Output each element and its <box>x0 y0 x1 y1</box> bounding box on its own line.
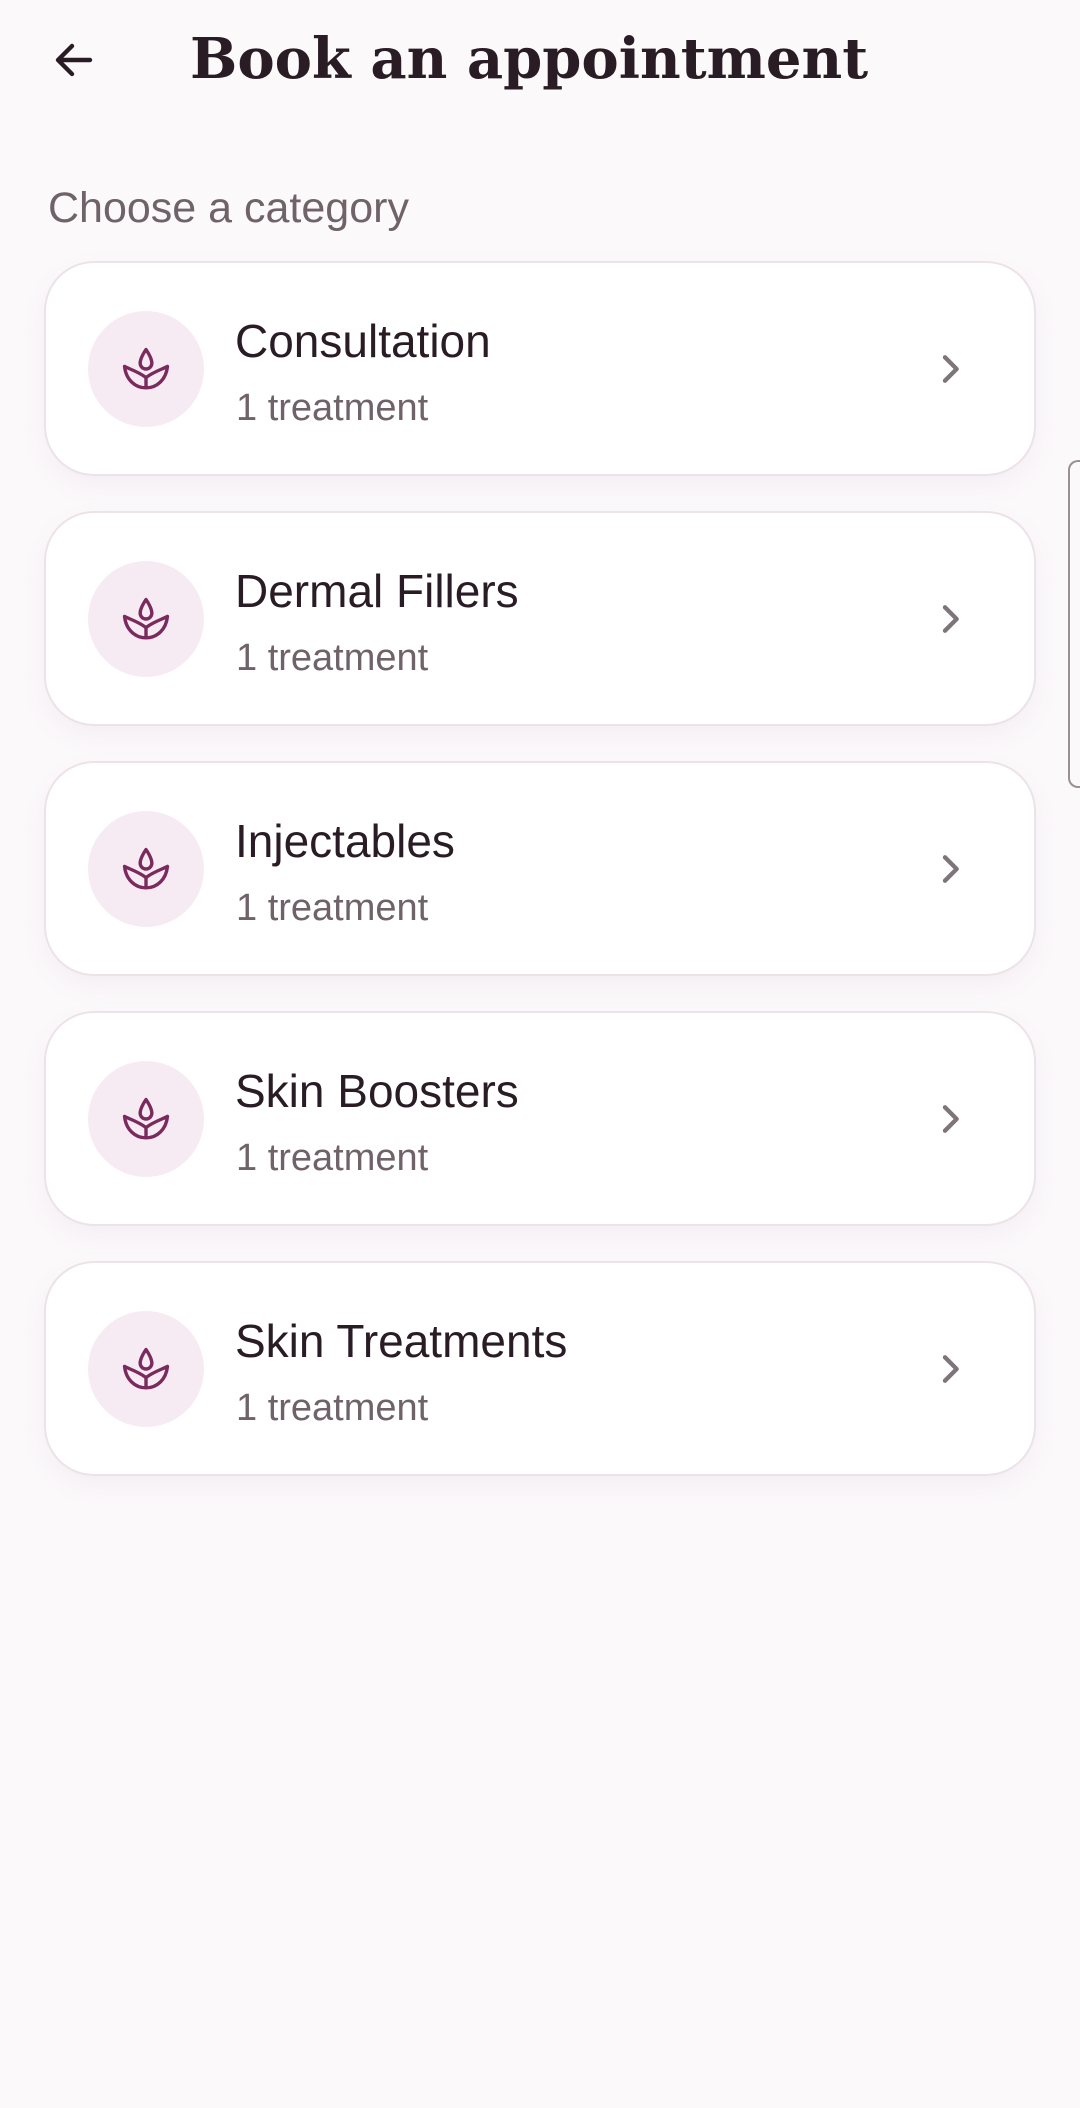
treatment-count: 1 treatment <box>236 637 429 679</box>
icon-circle <box>88 811 204 927</box>
icon-circle <box>88 311 204 427</box>
lotus-icon <box>122 847 170 890</box>
category-card-skin-boosters[interactable]: Skin Boosters 1 treatment <box>44 1011 1036 1226</box>
section-label: Choose a category <box>48 184 409 232</box>
icon-circle <box>88 561 204 677</box>
category-card-injectables[interactable]: Injectables 1 treatment <box>44 761 1036 976</box>
category-name: Dermal Fillers <box>235 565 519 617</box>
treatment-count: 1 treatment <box>236 387 429 429</box>
category-name: Skin Boosters <box>235 1065 519 1117</box>
chevron-right-icon <box>924 343 976 395</box>
treatment-count: 1 treatment <box>236 1137 429 1179</box>
icon-circle <box>88 1061 204 1177</box>
chevron-right-icon <box>924 593 976 645</box>
lotus-icon <box>122 347 170 390</box>
treatment-count: 1 treatment <box>236 887 429 929</box>
app-bar: Book an appointment <box>0 0 1080 120</box>
icon-circle <box>88 1311 204 1427</box>
page-title: Book an appointment <box>190 26 869 92</box>
category-name: Consultation <box>235 315 491 367</box>
back-button[interactable] <box>38 24 110 96</box>
lotus-icon <box>122 1097 170 1140</box>
category-list: Consultation 1 treatment Dermal Fillers … <box>44 261 1036 1511</box>
arrow-left-icon <box>55 43 93 77</box>
treatment-count: 1 treatment <box>236 1387 429 1429</box>
scroll-indicator[interactable] <box>1068 460 1080 788</box>
chevron-right-icon <box>924 1343 976 1395</box>
category-card-dermal-fillers[interactable]: Dermal Fillers 1 treatment <box>44 511 1036 726</box>
chevron-right-icon <box>924 843 976 895</box>
category-name: Injectables <box>235 815 455 867</box>
category-name: Skin Treatments <box>235 1315 568 1367</box>
category-card-skin-treatments[interactable]: Skin Treatments 1 treatment <box>44 1261 1036 1476</box>
lotus-icon <box>122 1347 170 1390</box>
category-card-consultation[interactable]: Consultation 1 treatment <box>44 261 1036 476</box>
lotus-icon <box>122 597 170 640</box>
chevron-right-icon <box>924 1093 976 1145</box>
